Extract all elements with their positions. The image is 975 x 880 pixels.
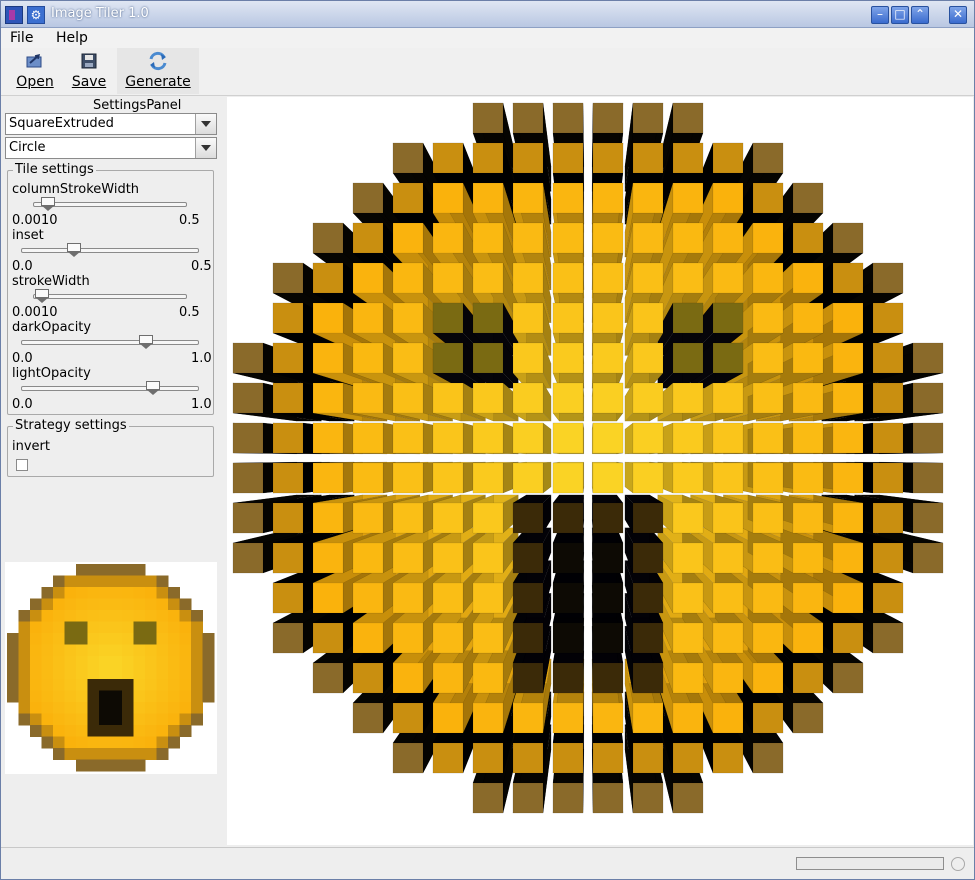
slider-thumb[interactable] [138,335,153,349]
save-button[interactable]: Save [67,48,111,94]
tiled-image [232,102,944,814]
slider-track[interactable] [33,294,187,299]
source-image-preview [5,562,217,774]
menu-file[interactable]: File [10,28,33,48]
progress-bar [796,857,944,870]
shape-select[interactable]: Circle [5,137,217,159]
slider-thumb[interactable] [145,381,160,395]
tile-style-value: SquareExtruded [9,116,114,131]
generate-button[interactable]: Generate [117,48,199,94]
floppy-disk-icon [81,53,97,69]
slider-min-label: 0.0 [12,351,33,366]
slider-min-label: 0.0 [12,397,33,412]
refresh-icon [149,51,167,71]
tile-style-select[interactable]: SquareExtruded [5,113,217,135]
slider-track[interactable] [21,340,199,345]
slider-max-label: 0.5 [191,259,212,274]
face-thumbnail [7,564,215,772]
open-label: Open [16,74,54,90]
param-label: lightOpacity [12,366,91,381]
param-label: strokeWidth [12,274,90,289]
slider-max-label: 0.5 [179,213,200,228]
slider-track[interactable] [21,386,199,391]
slider-thumb[interactable] [34,289,49,303]
tile-settings-legend: Tile settings [13,162,96,177]
window-title: Image Tiler 1.0 [51,6,149,21]
app-icon [5,6,23,24]
toolbar: Open Save Generate [1,48,974,96]
save-label: Save [71,74,107,90]
invert-checkbox[interactable] [16,459,28,471]
chevron-down-icon[interactable] [195,138,216,158]
slider-max-label: 0.5 [179,305,200,320]
generate-label: Generate [125,74,191,90]
output-canvas [227,97,973,845]
menu-help[interactable]: Help [56,28,88,48]
slider-min-label: 0.0010 [12,305,58,320]
app-window: ⚙ Image Tiler 1.0 – □ ⌃ ✕ File Help Open… [0,0,975,880]
slider-track[interactable] [33,202,187,207]
title-bar: ⚙ Image Tiler 1.0 – □ ⌃ ✕ [1,1,974,28]
maximize-button[interactable]: □ [891,6,909,24]
strategy-settings-legend: Strategy settings [13,418,129,433]
chevron-down-icon[interactable] [195,114,216,134]
param-label: darkOpacity [12,320,92,335]
menu-bar: File Help [1,28,974,48]
slider-min-label: 0.0010 [12,213,58,228]
shade-button[interactable]: ⌃ [911,6,929,24]
minimize-button[interactable]: – [871,6,889,24]
invert-label: invert [12,439,50,454]
open-folder-icon [26,53,42,68]
window-menu-icon[interactable]: ⚙ [27,6,45,24]
status-bar [1,847,974,879]
slider-thumb[interactable] [41,197,56,211]
open-button[interactable]: Open [11,48,59,94]
settings-panel-title: SettingsPanel [93,98,182,113]
shape-value: Circle [9,140,46,155]
param-label: inset [12,228,44,243]
slider-max-label: 1.0 [191,397,212,412]
slider-track[interactable] [21,248,199,253]
busy-indicator-icon [951,857,965,871]
close-button[interactable]: ✕ [949,6,967,24]
slider-max-label: 1.0 [191,351,212,366]
slider-min-label: 0.0 [12,259,33,274]
slider-thumb[interactable] [67,243,82,257]
param-label: columnStrokeWidth [12,182,140,197]
